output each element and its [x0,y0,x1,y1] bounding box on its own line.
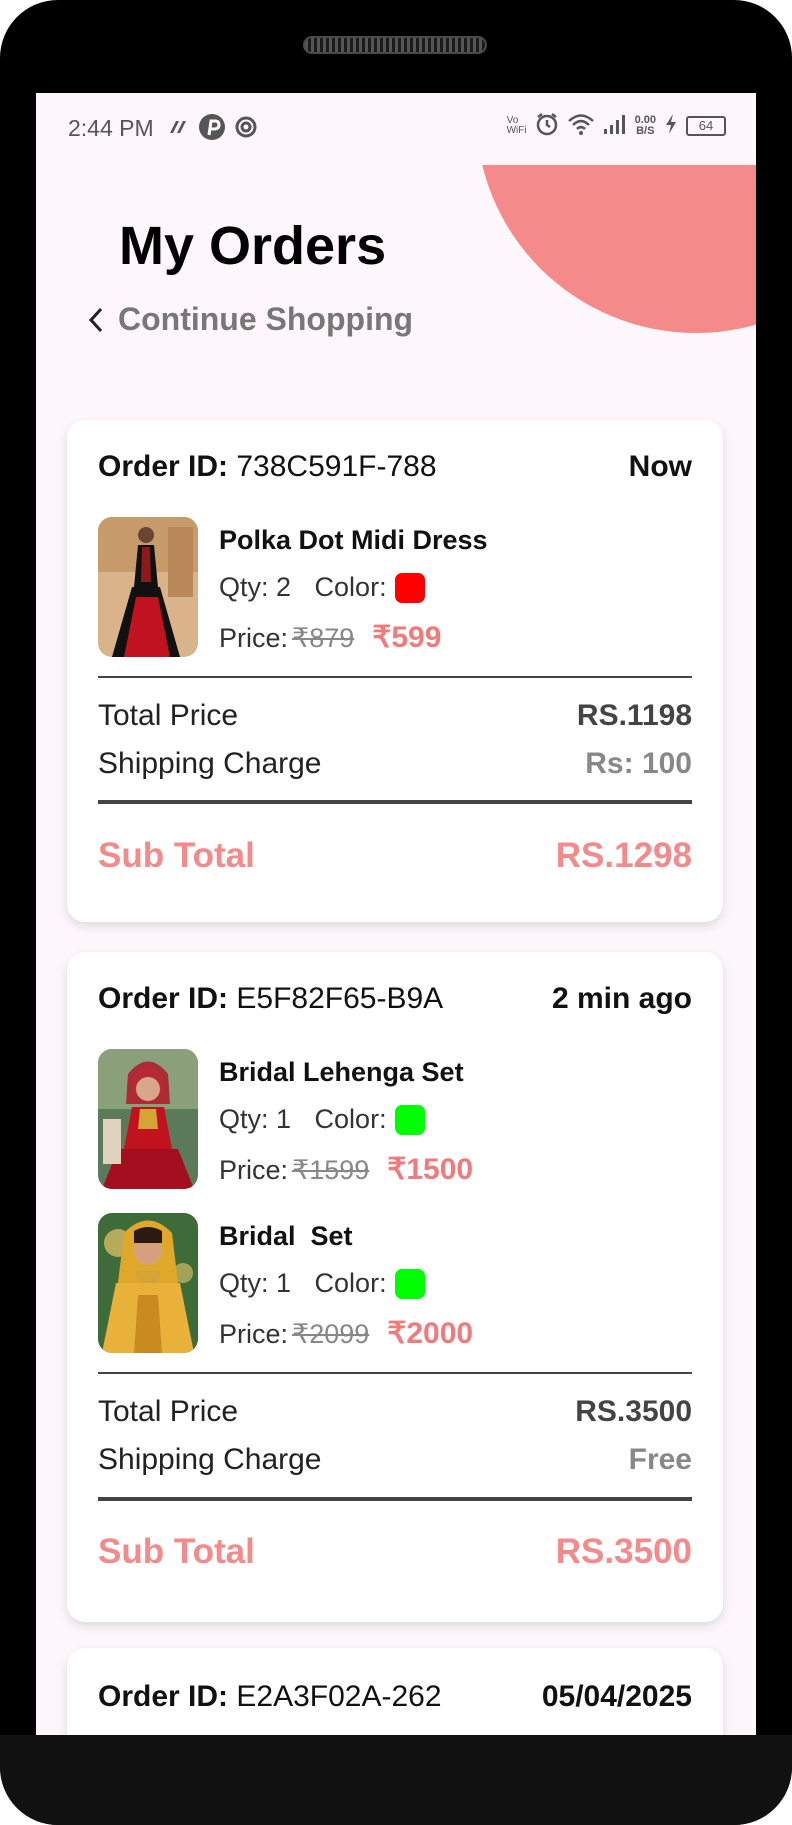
signal-icon [602,112,628,139]
order-id: Order ID: 738C591F-788 [98,450,437,483]
shipping-row: Shipping Charge Free [98,1443,692,1476]
charging-icon [663,112,679,139]
order-card[interactable]: Order ID: E2A3F02A-262 05/04/2025 [67,1648,723,1735]
sync-icon [232,113,260,141]
alarm-icon [534,111,560,140]
product-price: Price: ₹2099 ₹2000 [219,1317,474,1350]
product-image [98,1049,198,1189]
product-qty-color: Qty: 1 Color: [219,1104,425,1135]
discounted-price: ₹1500 [387,1153,474,1186]
phone-frame: 2:44 PM Vo WiFi 0.00 B/S 64 My Orders Co… [0,0,792,1825]
order-item[interactable]: Polka Dot Midi Dress Qty: 2 Color: Price… [98,517,692,659]
page-title: My Orders [119,216,387,276]
continue-shopping-button[interactable]: Continue Shopping [86,301,413,338]
original-price: ₹1599 [292,1155,370,1185]
product-image [98,1213,198,1353]
total-price-row: Total Price RS.1198 [98,699,692,732]
phone-bottom-bezel [0,1735,792,1825]
order-item[interactable]: Bridal Set Qty: 1 Color: Price: ₹2099 ₹2… [98,1213,692,1355]
product-name: Polka Dot Midi Dress [219,525,488,555]
product-qty-color: Qty: 1 Color: [219,1268,425,1299]
subtotal-row: Sub Total RS.3500 [98,1532,692,1571]
color-swatch [394,1268,425,1299]
order-card[interactable]: Order ID: E5F82F65-B9A 2 min ago Bridal … [67,952,723,1622]
notification-icons [164,113,260,141]
divider [98,1497,692,1501]
divider [98,676,692,678]
product-price: Price: ₹879 ₹599 [219,621,442,654]
divider [98,1372,692,1374]
order-card[interactable]: Order ID: 738C591F-788 Now Polka Dot Mid… [67,420,723,922]
status-bar: 2:44 PM Vo WiFi 0.00 B/S 64 [36,93,756,165]
color-swatch [394,1104,425,1135]
product-name: Bridal Lehenga Set [219,1057,464,1087]
phone-speaker [303,36,487,54]
continue-shopping-label: Continue Shopping [118,301,414,337]
order-id: Order ID: E5F82F65-B9A [98,982,444,1015]
app-notification-icon [164,113,192,141]
order-time: 2 min ago [551,982,692,1015]
order-time: 05/04/2025 [541,1680,692,1713]
pinterest-icon [198,113,226,141]
order-id: Order ID: E2A3F02A-262 [98,1680,442,1713]
original-price: ₹879 [292,623,355,653]
system-status-icons: Vo WiFi 0.00 B/S 64 [507,111,726,140]
product-qty-color: Qty: 2 Color: [219,572,425,603]
product-name: Bridal Set [219,1221,353,1251]
divider [98,800,692,804]
discounted-price: ₹2000 [387,1317,474,1350]
chevron-left-icon [88,307,103,332]
battery-icon: 64 [686,115,726,136]
order-item[interactable]: Bridal Lehenga Set Qty: 1 Color: Price: … [98,1049,692,1191]
order-time: Now [628,450,692,483]
total-price-row: Total Price RS.3500 [98,1395,692,1428]
order-header: Order ID: E5F82F65-B9A 2 min ago [98,979,692,1019]
order-header: Order ID: 738C591F-788 Now [98,447,692,487]
color-swatch [394,572,425,603]
battery-level: 64 [698,117,714,133]
volte-indicator: Vo WiFi [506,114,527,136]
subtotal-row: Sub Total RS.1298 [98,836,692,875]
app-screen: 2:44 PM Vo WiFi 0.00 B/S 64 My Orders Co… [36,93,756,1735]
product-image [98,517,198,657]
status-time: 2:44 PM [68,115,154,141]
net-speed: 0.00 B/S [634,113,656,137]
discounted-price: ₹599 [372,621,442,654]
order-header: Order ID: E2A3F02A-262 05/04/2025 [98,1677,692,1717]
original-price: ₹2099 [292,1319,370,1349]
shipping-row: Shipping Charge Rs: 100 [98,747,692,780]
wifi-icon [567,112,595,139]
product-price: Price: ₹1599 ₹1500 [219,1153,474,1186]
